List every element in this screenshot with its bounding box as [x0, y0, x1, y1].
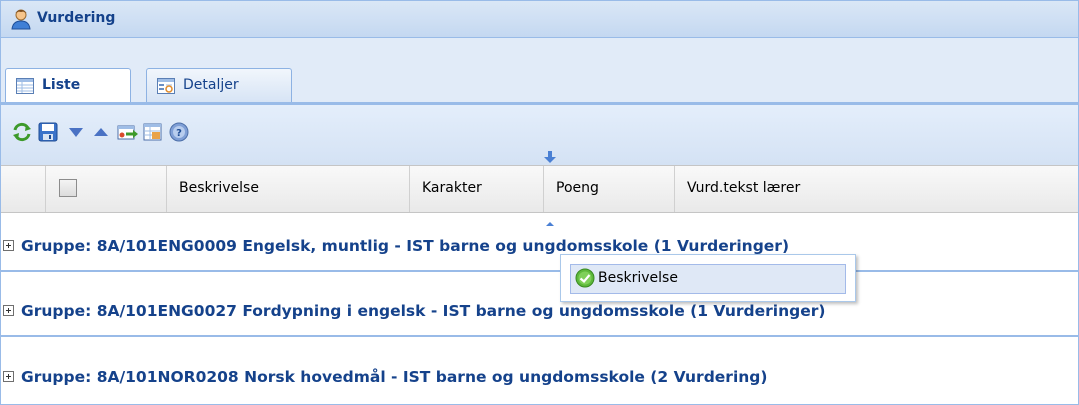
tab-detaljer[interactable]: Detaljer — [146, 68, 292, 102]
drag-proxy-body: Beskrivelse — [570, 264, 846, 294]
export-icon[interactable] — [116, 121, 138, 143]
save-icon[interactable] — [37, 121, 59, 143]
toolbar: ? — [1, 105, 1078, 165]
group-label: Gruppe: 8A/101NOR0208 Norsk hovedmål - I… — [21, 368, 768, 386]
svg-text:?: ? — [176, 128, 182, 139]
column-header-beskrivelse[interactable]: Beskrivelse — [167, 166, 410, 212]
header-expander-cell — [1, 166, 46, 212]
group-row[interactable]: Gruppe: 8A/101ENG0009 Engelsk, muntlig -… — [1, 226, 1078, 272]
detail-form-icon — [157, 78, 175, 94]
select-all-checkbox[interactable] — [59, 179, 77, 197]
column-drag-proxy: Beskrivelse — [560, 254, 856, 302]
column-header-label: Vurd.tekst lærer — [687, 180, 801, 196]
group-label: Gruppe: 8A/101ENG0009 Engelsk, muntlig -… — [21, 237, 790, 255]
column-header-poeng[interactable]: Poeng — [544, 166, 675, 212]
panel-header: Vurdering — [1, 1, 1078, 38]
vurdering-panel: Vurdering Liste Detaljer ? Beskrivelse K… — [0, 0, 1079, 405]
move-down-icon[interactable] — [65, 121, 87, 143]
checkmark-icon — [575, 268, 595, 288]
column-header-karakter[interactable]: Karakter — [410, 166, 544, 212]
help-icon[interactable]: ? — [168, 121, 190, 143]
tab-strip: Liste Detaljer — [1, 38, 1078, 105]
group-label: Gruppe: 8A/101ENG0027 Fordypning i engel… — [21, 302, 826, 320]
column-header-vurd-tekst[interactable]: Vurd.tekst lærer — [675, 166, 1078, 212]
group-row[interactable]: Gruppe: 8A/101NOR0208 Norsk hovedmål - I… — [1, 357, 1078, 401]
panel-title: Vurdering — [37, 10, 116, 26]
drop-indicator-down-icon — [544, 151, 556, 163]
tab-label: Liste — [42, 77, 81, 93]
expand-icon[interactable] — [3, 305, 14, 316]
grid-header: Beskrivelse Karakter Poeng Vurd.tekst læ… — [1, 165, 1078, 213]
tab-liste[interactable]: Liste — [5, 68, 131, 104]
user-icon — [11, 9, 31, 30]
tab-label: Detaljer — [183, 77, 239, 93]
refresh-icon[interactable] — [11, 121, 33, 143]
group-row[interactable]: Gruppe: 8A/101ENG0027 Fordypning i engel… — [1, 291, 1078, 337]
expand-icon[interactable] — [3, 240, 14, 251]
column-header-label: Karakter — [422, 180, 482, 196]
import-icon[interactable] — [142, 121, 164, 143]
move-up-icon[interactable] — [90, 121, 112, 143]
column-header-label: Poeng — [556, 180, 599, 196]
column-header-label: Beskrivelse — [179, 180, 259, 196]
grid-list-icon — [16, 78, 34, 94]
expand-icon[interactable] — [3, 371, 14, 382]
drag-proxy-label: Beskrivelse — [598, 270, 678, 286]
header-select-cell — [46, 166, 167, 212]
